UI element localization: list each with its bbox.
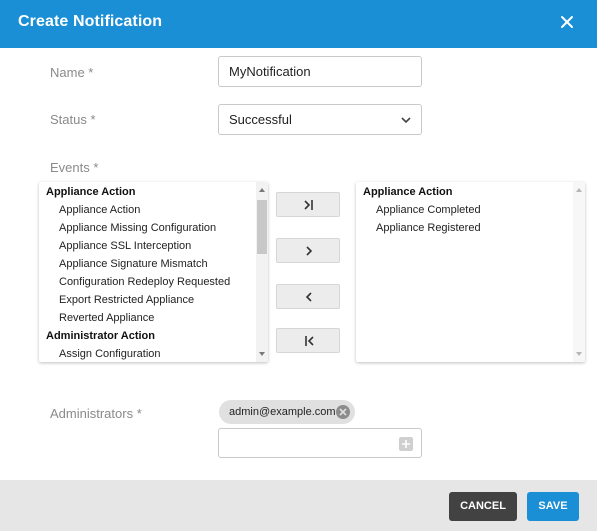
- chevron-left-icon: [305, 292, 312, 302]
- events-label: Events *: [50, 160, 99, 175]
- selected-scrollbar[interactable]: [573, 182, 585, 362]
- admin-chip: admin@example.com: [219, 400, 355, 424]
- list-item[interactable]: Appliance Missing Configuration: [39, 219, 268, 237]
- list-item[interactable]: Configuration Redeploy Requested: [39, 273, 268, 291]
- selected-events-list[interactable]: Appliance Action Appliance Completed Appli…: [356, 182, 585, 362]
- list-group-header: Administrator Action: [46, 330, 155, 342]
- chevron-down-icon: [401, 117, 411, 124]
- list-item[interactable]: Appliance Completed: [356, 201, 585, 219]
- scroll-down-icon[interactable]: [259, 352, 265, 356]
- list-group-header: Appliance Action: [363, 186, 453, 198]
- administrators-input[interactable]: [218, 428, 422, 458]
- close-icon[interactable]: [557, 12, 577, 32]
- scroll-thumb[interactable]: [257, 200, 267, 254]
- list-item[interactable]: Export Restricted Appliance: [39, 291, 268, 309]
- move-all-left-icon: [305, 336, 314, 346]
- cancel-button[interactable]: CANCEL: [449, 492, 517, 521]
- scroll-up-icon[interactable]: [576, 188, 582, 192]
- administrators-label: Administrators *: [50, 406, 142, 421]
- move-all-right-button[interactable]: [276, 192, 340, 217]
- name-label: Name *: [50, 65, 94, 80]
- list-item[interactable]: Appliance Action: [39, 201, 268, 219]
- admin-chip-label: admin@example.com: [229, 406, 336, 418]
- save-button[interactable]: SAVE: [527, 492, 579, 521]
- remove-chip-icon[interactable]: [335, 404, 351, 420]
- list-item[interactable]: Reverted Appliance: [39, 309, 268, 327]
- plus-icon[interactable]: [399, 437, 413, 451]
- chevron-right-icon: [306, 246, 313, 256]
- list-item[interactable]: Appliance Signature Mismatch: [39, 255, 268, 273]
- status-label: Status *: [50, 112, 96, 127]
- list-group-header: Appliance Action: [46, 186, 136, 198]
- dialog-header: Create Notification: [0, 0, 597, 48]
- name-field[interactable]: MyNotification: [218, 56, 422, 87]
- dialog-title: Create Notification: [18, 13, 163, 30]
- scroll-down-icon[interactable]: [576, 352, 582, 356]
- available-scrollbar[interactable]: [256, 182, 268, 362]
- move-left-button[interactable]: [276, 284, 340, 309]
- list-item[interactable]: Appliance SSL Interception: [39, 237, 268, 255]
- list-item[interactable]: Appliance Registered: [356, 219, 585, 237]
- move-all-right-icon: [304, 200, 313, 210]
- move-right-button[interactable]: [276, 238, 340, 263]
- status-select[interactable]: Successful: [218, 104, 422, 135]
- scroll-up-icon[interactable]: [259, 188, 265, 192]
- move-all-left-button[interactable]: [276, 328, 340, 353]
- available-events-list[interactable]: Appliance Action Appliance Action Applianc…: [39, 182, 268, 362]
- name-value: MyNotification: [229, 64, 311, 79]
- list-item[interactable]: Assign Configuration: [39, 345, 268, 362]
- status-value: Successful: [229, 112, 292, 127]
